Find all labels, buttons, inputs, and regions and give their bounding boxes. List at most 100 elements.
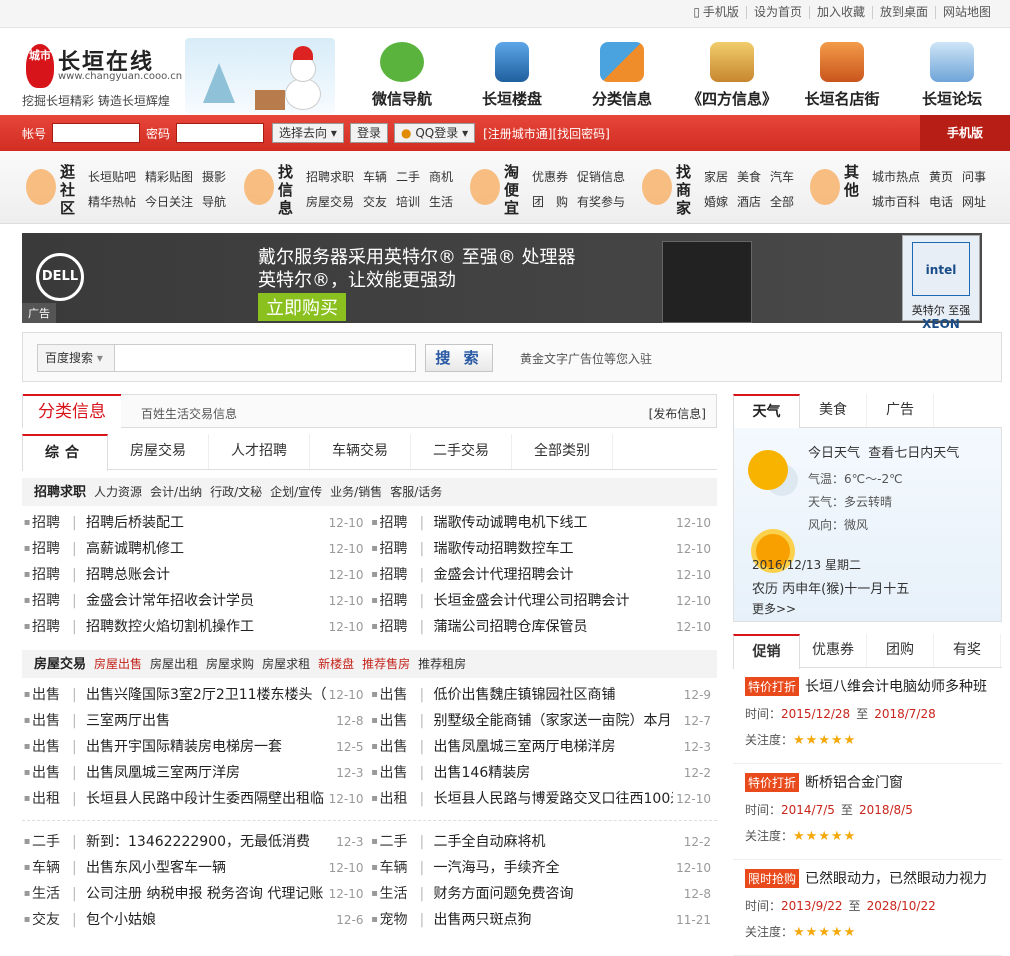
item-title[interactable]: 出售凤凰城三室两厅电梯洋房 — [434, 734, 674, 760]
item-title[interactable]: 瑞歌传动招聘数控车工 — [434, 536, 674, 562]
sitemap-link[interactable]: 网站地图 — [934, 6, 998, 19]
item-category[interactable]: 招聘 — [380, 614, 420, 640]
list-item[interactable]: ▪ 招聘 | 瑞歌传动诚聘电机下线工 12-10 — [370, 510, 718, 536]
search-engine-select[interactable]: 百度搜索 ▾ — [37, 344, 115, 372]
section-link[interactable]: 房屋求租 — [262, 657, 310, 671]
list-item[interactable]: ▪ 生活 | 财务方面问题免费咨询 12-8 — [370, 881, 718, 907]
section-link[interactable]: 客服/话务 — [390, 485, 442, 499]
list-item[interactable]: ▪ 二手 | 二手全自动麻将机 12-2 — [370, 829, 718, 855]
cat-link[interactable]: 城市百科 — [872, 195, 920, 209]
cat-link[interactable]: 交友 — [363, 195, 387, 209]
tab-promotion[interactable]: 促销 — [733, 634, 800, 669]
item-title[interactable]: 长垣县人民路与博爱路交叉口往西100米 — [434, 786, 674, 812]
list-item[interactable]: ▪ 生活 | 公司注册 纳税申报 税务咨询 代理记账 12-10 — [22, 881, 370, 907]
list-item[interactable]: ▪ 招聘 | 高薪诚聘机修工 12-10 — [22, 536, 370, 562]
tab-vehicles[interactable]: 车辆交易 — [310, 434, 411, 469]
nav-forum[interactable]: 长垣论坛 — [907, 42, 997, 109]
tab-weather[interactable]: 天气 — [733, 394, 800, 429]
item-category[interactable]: 出售 — [380, 708, 420, 734]
section-link[interactable]: 行政/文秘 — [210, 485, 262, 499]
buy-now-button[interactable]: 立即购买 — [258, 293, 346, 321]
item-category[interactable]: 二手 — [380, 829, 420, 855]
item-category[interactable]: 出售 — [380, 682, 420, 708]
desktop-shortcut-link[interactable]: 放到桌面 — [871, 6, 935, 19]
item-title[interactable]: 出售146精装房 — [434, 760, 674, 786]
cat-link[interactable]: 汽车 — [770, 170, 794, 184]
mobile-link[interactable]: ▯ 手机版 — [686, 6, 746, 19]
nav-housing[interactable]: 长垣楼盘 — [467, 42, 557, 109]
section-link[interactable]: 推荐售房 — [362, 657, 410, 671]
list-item[interactable]: ▪ 出售 | 出售146精装房 12-2 — [370, 760, 718, 786]
list-item[interactable]: ▪ 出售 | 低价出售魏庄镇锦园社区商铺 12-9 — [370, 682, 718, 708]
item-category[interactable]: 出售 — [380, 734, 420, 760]
item-title[interactable]: 蒲瑞公司招聘仓库保管员 — [434, 614, 674, 640]
item-category[interactable]: 招聘 — [380, 562, 420, 588]
item-title[interactable]: 公司注册 纳税申报 税务咨询 代理记账 — [86, 881, 326, 907]
more-link[interactable]: 更多>> — [752, 600, 796, 617]
section-link[interactable]: 人力资源 — [94, 485, 142, 499]
item-title[interactable]: 三室两厅出售 — [86, 708, 326, 734]
item-title[interactable]: 财务方面问题免费咨询 — [434, 881, 674, 907]
cat-link[interactable]: 问事 — [962, 170, 986, 184]
register-link[interactable]: [注册城市通] — [483, 125, 552, 142]
nav-classified[interactable]: 分类信息 — [577, 42, 667, 109]
qq-login-button[interactable]: ● QQ登录 ▾ — [394, 123, 476, 143]
item-title[interactable]: 出售凤凰城三室两厅洋房 — [86, 760, 326, 786]
cat-link[interactable]: 城市热点 — [872, 170, 920, 184]
item-category[interactable]: 生活 — [380, 881, 420, 907]
cat-link[interactable]: 长垣贴吧 — [88, 170, 136, 184]
cat-link[interactable]: 车辆 — [363, 170, 387, 184]
section-link[interactable]: 会计/出纳 — [150, 485, 202, 499]
item-title[interactable]: 长垣金盛会计代理公司招聘会计 — [434, 588, 674, 614]
item-category[interactable]: 招聘 — [380, 588, 420, 614]
item-title[interactable]: 高薪诚聘机修工 — [86, 536, 326, 562]
list-item[interactable]: ▪ 招聘 | 招聘后桥装配工 12-10 — [22, 510, 370, 536]
cat-link[interactable]: 招聘求职 — [306, 170, 354, 184]
promo-title[interactable]: 已然眼动力，已然眼动力视力 — [805, 871, 987, 887]
item-category[interactable]: 招聘 — [32, 588, 72, 614]
item-category[interactable]: 招聘 — [32, 536, 72, 562]
list-item[interactable]: ▪ 出售 | 三室两厅出售 12-8 — [22, 708, 370, 734]
item-category[interactable]: 出售 — [32, 760, 72, 786]
item-title[interactable]: 包个小姑娘 — [86, 907, 326, 933]
set-homepage-link[interactable]: 设为首页 — [745, 6, 809, 19]
item-category[interactable]: 出售 — [380, 760, 420, 786]
account-input[interactable] — [52, 123, 141, 143]
list-item[interactable]: ▪ 出租 | 长垣县人民路与博爱路交叉口往西100米 12-10 — [370, 786, 718, 812]
tab-prize[interactable]: 有奖 — [934, 634, 1001, 667]
search-button[interactable]: 搜 索 — [425, 344, 493, 372]
cat-link[interactable]: 黄页 — [929, 170, 953, 184]
tab-groupbuy[interactable]: 团购 — [867, 634, 934, 667]
cat-link[interactable]: 二手 — [396, 170, 420, 184]
item-title[interactable]: 一汽海马，手续齐全 — [434, 855, 674, 881]
list-item[interactable]: ▪ 出租 | 长垣县人民路中段计生委西隔壁出租临 12-10 — [22, 786, 370, 812]
login-button[interactable]: 登录 — [350, 123, 389, 143]
promo-title[interactable]: 长垣八维会计电脑幼师多种班 — [805, 679, 987, 695]
search-ad-tip[interactable]: 黄金文字广告位等您入驻 — [520, 350, 652, 367]
item-title[interactable]: 出售东风小型客车一辆 — [86, 855, 326, 881]
list-item[interactable]: ▪ 出售 | 别墅级全能商铺（家家送一亩院）本月16 12-7 — [370, 708, 718, 734]
goto-select[interactable]: 选择去向 ▾ — [272, 123, 345, 143]
item-category[interactable]: 出售 — [32, 682, 72, 708]
item-title[interactable]: 出售两只斑点狗 — [434, 907, 674, 933]
nav-wechat[interactable]: 微信导航 — [357, 42, 447, 109]
tab-housing[interactable]: 房屋交易 — [108, 434, 209, 469]
item-category[interactable]: 出租 — [380, 786, 420, 812]
cat-link[interactable]: 精彩贴图 — [145, 170, 193, 184]
item-category[interactable]: 招聘 — [380, 536, 420, 562]
item-title[interactable]: 招聘数控火焰切割机操作工 — [86, 614, 326, 640]
cat-link[interactable]: 房屋交易 — [306, 195, 354, 209]
cat-link[interactable]: 精华热帖 — [88, 195, 136, 209]
item-category[interactable]: 车辆 — [32, 855, 72, 881]
section-link[interactable]: 推荐租房 — [418, 657, 466, 671]
item-category[interactable]: 交友 — [32, 907, 72, 933]
site-logo[interactable]: 城市 长垣在线 www.changyuan.cooo.cn 挖掘长垣精彩 铸造长… — [22, 40, 182, 110]
cat-link[interactable]: 优惠券 — [532, 170, 568, 184]
cat-link[interactable]: 培训 — [396, 195, 420, 209]
item-title[interactable]: 新到：13462222900，无最低消费 — [86, 829, 326, 855]
tab-secondhand[interactable]: 二手交易 — [411, 434, 512, 469]
tab-coupon[interactable]: 优惠券 — [800, 634, 867, 667]
cat-link[interactable]: 导航 — [202, 195, 226, 209]
list-item[interactable]: ▪ 车辆 | 出售东风小型客车一辆 12-10 — [22, 855, 370, 881]
password-input[interactable] — [176, 123, 265, 143]
